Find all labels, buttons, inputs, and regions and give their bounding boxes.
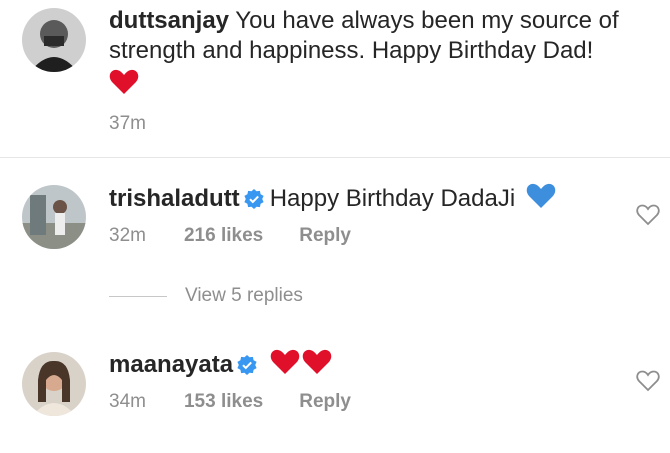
reply-button[interactable]: Reply — [299, 391, 351, 413]
red-heart-icon — [270, 349, 332, 383]
blue-heart-icon — [526, 183, 556, 217]
view-replies-label: View 5 replies — [185, 285, 303, 306]
view-replies-button[interactable]: View 5 replies — [109, 285, 303, 307]
comment-likes[interactable]: 153 likes — [184, 391, 263, 413]
comment-text: Happy Birthday DadaJi — [269, 185, 516, 212]
avatar-maanayata[interactable] — [22, 352, 86, 416]
caption-username[interactable]: duttsanjay — [109, 7, 229, 34]
comment-time: 32m — [109, 225, 146, 246]
comment-username[interactable]: maanayata — [109, 351, 233, 378]
comment-username[interactable]: trishaladutt — [109, 185, 240, 212]
comment-time: 34m — [109, 391, 146, 412]
caption: duttsanjay You have always been my sourc… — [0, 0, 670, 150]
red-heart-icon — [109, 69, 139, 100]
like-heart-icon[interactable] — [636, 370, 660, 392]
avatar-duttsanjay[interactable] — [22, 8, 86, 72]
caption-time: 37m — [109, 113, 146, 134]
divider — [0, 157, 670, 158]
verified-badge-icon — [237, 353, 257, 383]
avatar-trishaladutt[interactable] — [22, 185, 86, 249]
like-heart-icon[interactable] — [636, 204, 660, 226]
replies-line — [109, 295, 167, 297]
comment-likes[interactable]: 216 likes — [184, 225, 263, 247]
reply-button[interactable]: Reply — [299, 225, 351, 247]
verified-badge-icon — [244, 187, 264, 217]
